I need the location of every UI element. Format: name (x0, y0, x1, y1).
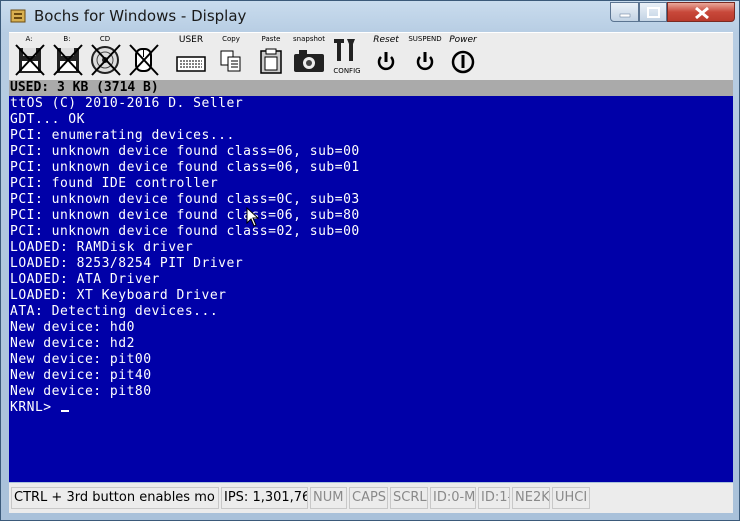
floppy-a-label: A: (25, 35, 33, 43)
console-line: LOADED: RAMDisk driver (10, 240, 194, 255)
reset-button[interactable]: Reset (369, 35, 403, 77)
copy-button[interactable]: Copy (213, 35, 249, 77)
mouse-button[interactable] (125, 35, 161, 77)
console-line: LOADED: ATA Driver (10, 272, 160, 287)
snapshot-button[interactable]: snapshot (291, 35, 327, 77)
power-icon (451, 50, 475, 74)
mouse-hint-status: CTRL + 3rd button enables mo (11, 487, 219, 509)
console-line: New device: pit40 (10, 368, 152, 383)
console-line: New device: pit80 (10, 384, 152, 399)
snapshot-label: snapshot (293, 35, 325, 43)
bochs-app-icon (10, 9, 26, 23)
scroll-lock-indicator: SCRL (390, 487, 428, 509)
paste-icon (260, 48, 282, 74)
bochs-window: Bochs for Windows - Display A: B: CD USE… (0, 0, 740, 521)
window-title: Bochs for Windows - Display (34, 7, 247, 25)
mouse-icon (129, 44, 159, 76)
floppy-b-icon (53, 44, 83, 76)
emulator-screen[interactable]: USED: 3 KB (3714 B) ttOS (C) 2010-2016 D… (9, 80, 733, 482)
ne2k-indicator: NE2K (512, 487, 550, 509)
console-line: PCI: unknown device found class=06, sub=… (10, 144, 360, 159)
config-icon (334, 39, 355, 61)
config-button[interactable]: CONFIG (331, 35, 363, 77)
ide0-indicator: ID:0-M (430, 487, 476, 509)
console-line: PCI: unknown device found class=06, sub=… (10, 160, 360, 175)
text-cursor (60, 410, 69, 412)
cdrom-icon (91, 44, 121, 76)
suspend-button[interactable]: SUSPEND (407, 35, 443, 77)
suspend-label: SUSPEND (408, 35, 442, 43)
console-line: LOADED: XT Keyboard Driver (10, 288, 227, 303)
console-line: PCI: unknown device found class=06, sub=… (10, 208, 360, 223)
console-prompt: KRNL> (10, 400, 60, 415)
copy-label: Copy (222, 35, 240, 43)
maximize-button[interactable] (639, 2, 667, 22)
console-line: GDT... OK (10, 112, 85, 127)
console-line: PCI: unknown device found class=02, sub=… (10, 224, 360, 239)
close-button[interactable] (667, 2, 735, 22)
caps-lock-indicator: CAPS (349, 487, 388, 509)
status-bar: CTRL + 3rd button enables mo IPS: 1,301,… (9, 483, 733, 513)
minimize-button[interactable] (610, 2, 639, 22)
config-label: CONFIG (333, 67, 361, 75)
suspend-icon (416, 52, 434, 71)
uhci-indicator: UHCI (552, 487, 590, 509)
floppy-b-label: B: (63, 35, 71, 43)
ips-status: IPS: 1,301,76 (221, 487, 308, 509)
cdrom-label: CD (99, 35, 111, 43)
mouse-pointer-icon (246, 207, 260, 227)
close-icon (695, 6, 709, 20)
memory-used-bar: USED: 3 KB (3714 B) (9, 80, 733, 96)
maximize-icon (647, 7, 660, 18)
minimize-icon (619, 13, 631, 18)
console-output: ttOS (C) 2010-2016 D. Seller GDT... OK P… (10, 96, 360, 416)
keyboard-icon (176, 56, 206, 72)
console-line: ATA: Detecting devices... (10, 304, 219, 319)
floppy-a-icon (15, 44, 45, 76)
floppy-a-button[interactable]: A: (11, 35, 47, 77)
console-line: New device: pit00 (10, 352, 152, 367)
power-button[interactable]: Power (445, 35, 481, 77)
console-line: New device: hd0 (10, 320, 135, 335)
user-keyboard-button[interactable]: USER (173, 35, 209, 77)
console-line: PCI: enumerating devices... (10, 128, 235, 143)
console-line: ttOS (C) 2010-2016 D. Seller (10, 96, 244, 111)
camera-icon (294, 50, 324, 72)
copy-icon (220, 50, 241, 72)
cdrom-button[interactable]: CD (87, 35, 123, 77)
floppy-b-button[interactable]: B: (49, 35, 85, 77)
num-lock-indicator: NUM (310, 487, 347, 509)
console-line: PCI: found IDE controller (10, 176, 219, 191)
ide1-indicator: ID:1-N (478, 487, 510, 509)
toolbar: A: B: CD USER Copy Paste snapshot CONFIG… (9, 32, 733, 80)
paste-label: Paste (261, 35, 281, 43)
console-line: New device: hd2 (10, 336, 135, 351)
reset-icon (377, 52, 395, 71)
paste-button[interactable]: Paste (253, 35, 289, 77)
console-line: LOADED: 8253/8254 PIT Driver (10, 256, 244, 271)
title-bar[interactable]: Bochs for Windows - Display (1, 1, 739, 31)
console-line: PCI: unknown device found class=0C, sub=… (10, 192, 360, 207)
console-prompt-line[interactable]: KRNL> (10, 400, 360, 416)
